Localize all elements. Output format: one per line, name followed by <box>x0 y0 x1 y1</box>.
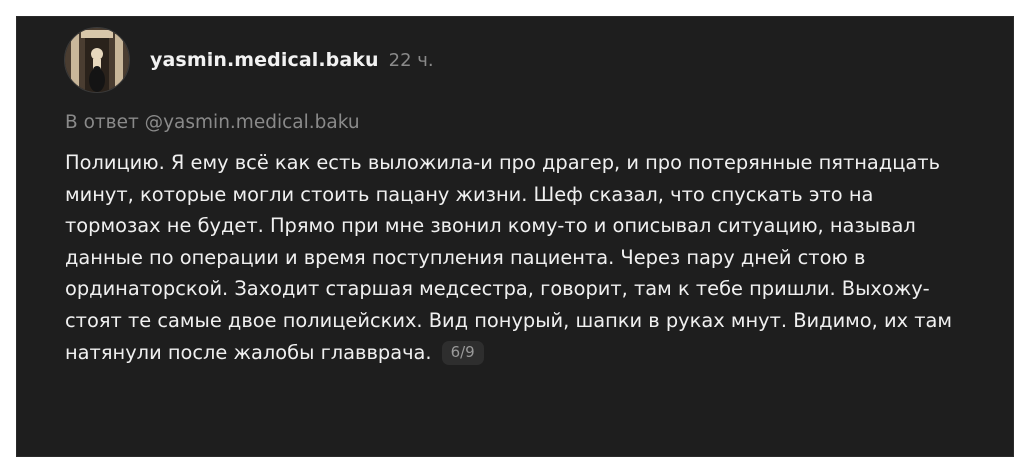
post-header: yasmin.medical.baku 22 ч. <box>64 25 434 95</box>
post-body: Полицию. Я ему всё как есть выложила-и п… <box>65 147 965 368</box>
post-card: yasmin.medical.baku 22 ч. В ответ @yasmi… <box>17 17 1013 456</box>
post-text: Полицию. Я ему всё как есть выложила-и п… <box>65 151 953 364</box>
username[interactable]: yasmin.medical.baku <box>150 49 379 71</box>
timestamp: 22 ч. <box>388 49 434 71</box>
avatar-image <box>65 28 129 92</box>
page-counter-badge: 6/9 <box>441 340 484 365</box>
avatar[interactable] <box>64 27 130 93</box>
reply-to-label[interactable]: В ответ @yasmin.medical.baku <box>65 112 360 133</box>
